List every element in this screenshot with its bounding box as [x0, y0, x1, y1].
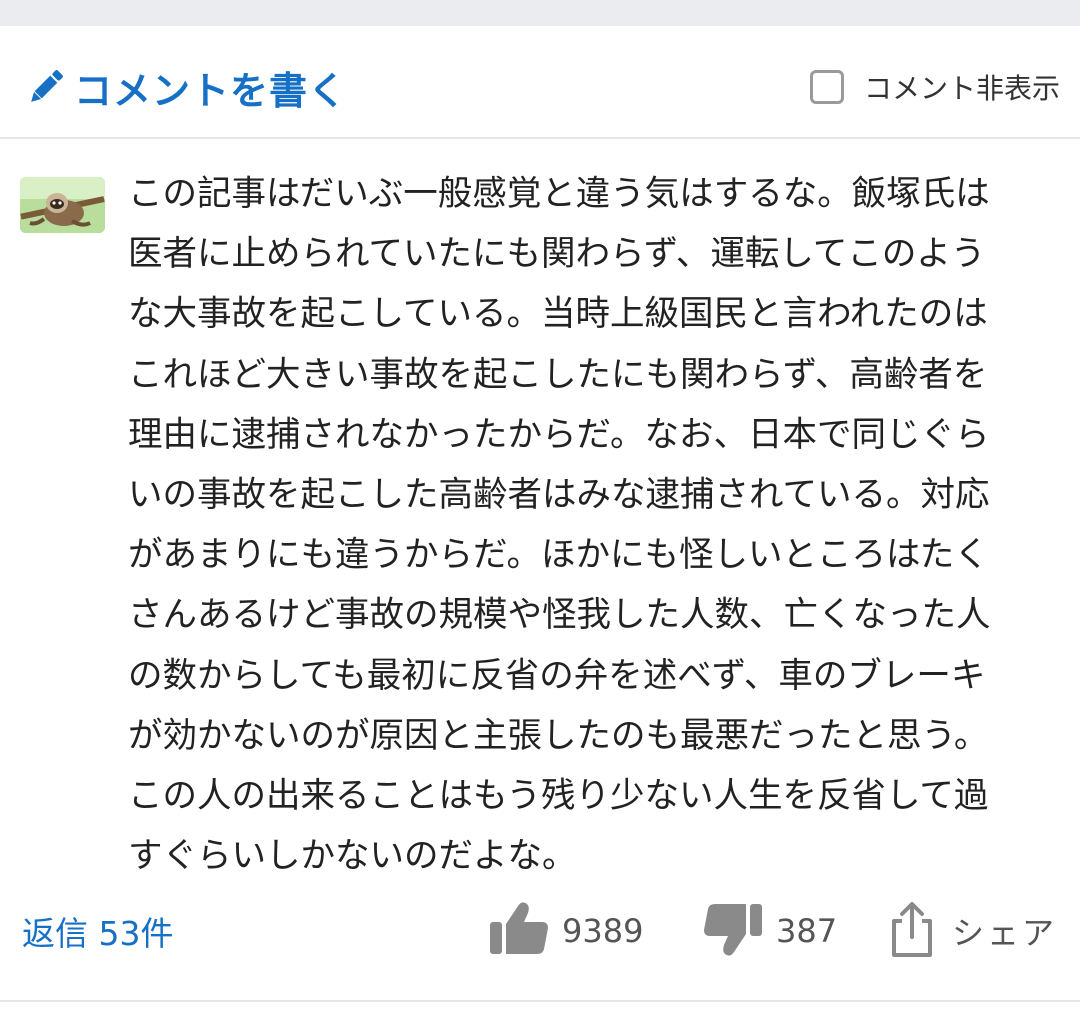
pencil-icon: [24, 65, 68, 109]
comment-line: な大事故を起こしている。当時上級国民と言われたのは: [128, 294, 988, 335]
thumbs-down-icon: [702, 900, 764, 962]
share-label: シェア: [952, 914, 1058, 952]
comment-text: この記事はだいぶ一般感覚と違う気はするな。飯塚氏は 医者に止められていたにも関わら…: [128, 164, 1068, 886]
comment-line: が効かないのが原因と主張したのも最悪だったと思う。: [128, 715, 989, 756]
share-button[interactable]: シェア: [888, 899, 1057, 963]
comment-line: この記事はだいぶ一般感覚と違う気はするな。飯塚氏は: [128, 174, 990, 214]
top-strip: [0, 0, 1080, 26]
share-icon: [888, 899, 936, 963]
write-comment-button[interactable]: コメントを書く: [24, 62, 348, 113]
comment-line: 理由に逮捕されなかったからだ。なお、日本で同じぐら: [128, 414, 990, 455]
comment-header: コメントを書く コメント非表示: [0, 26, 1080, 138]
hide-comments-checkbox[interactable]: [809, 70, 844, 104]
like-count: 9389: [562, 912, 644, 950]
dislike-button[interactable]: 387: [702, 899, 837, 963]
footer-divider: [0, 1000, 1080, 1002]
like-button[interactable]: 9389: [488, 899, 643, 963]
header-divider: [0, 137, 1080, 139]
comment-line: があまりにも違うからだ。ほかにも怪しいところはたく: [128, 535, 989, 576]
comment-line: の数からしても最初に反省の弁を述べず、車のブレーキ: [128, 655, 986, 696]
comment-line: いの事故を起こした高齢者はみな逮捕されている。対応: [128, 475, 990, 516]
avatar[interactable]: [20, 177, 105, 233]
comment-line: この人の出来ることはもう残り少ない人生を反省して過: [128, 776, 989, 817]
comment-line: さんあるけど事故の規模や怪我した人数、亡くなった人: [128, 595, 991, 636]
hide-comments-label: コメント非表示: [863, 72, 1060, 105]
comment-line: すぐらいしかないのだよな。: [128, 836, 577, 877]
sloth-avatar-icon: [20, 177, 105, 233]
hide-comments-toggle[interactable]: コメント非表示: [809, 66, 1060, 108]
reply-button[interactable]: 返信 53件: [22, 907, 173, 955]
write-comment-label: コメントを書く: [74, 68, 348, 113]
comment-line: これほど大きい事故を起こしたにも関わらず、高齢者を: [128, 354, 988, 395]
dislike-count: 387: [776, 912, 838, 950]
comment-footer: 返信 53件 9389 387 シェア: [0, 895, 1080, 967]
thumbs-up-icon: [488, 900, 550, 962]
comment-line: 医者に止められていたにも関わらず、運転してこのよう: [128, 234, 986, 275]
